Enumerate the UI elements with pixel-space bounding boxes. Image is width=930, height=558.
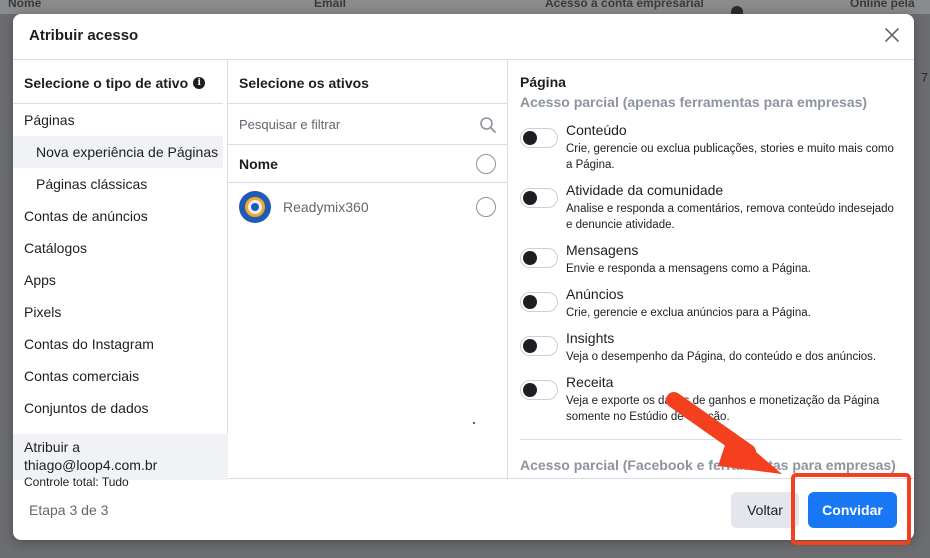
avatar: [239, 191, 271, 223]
scroll-indicator: [473, 422, 475, 424]
permission-description: Crie, gerencie e exclua anúncios para a …: [566, 307, 811, 319]
search-input[interactable]: [239, 116, 469, 132]
asset-type-item[interactable]: Páginas: [13, 104, 223, 136]
divider: [228, 182, 508, 183]
asset-type-heading: Selecione o tipo de ativo i: [24, 75, 206, 91]
toggle-knob: [523, 339, 537, 353]
info-icon[interactable]: i: [193, 77, 206, 89]
modal-columns: Selecione o tipo de ativo i Páginas Nova …: [13, 59, 914, 489]
permissions-section2-subtitle: Acesso parcial (Facebook e ferramentas p…: [520, 457, 896, 473]
assign-summary: Atribuir a thiago@loop4.com.br Controle …: [13, 434, 228, 489]
permission-toggle[interactable]: [520, 128, 558, 148]
control-level-text: Controle total: Tudo: [24, 475, 129, 489]
name-header-row: Nome: [228, 145, 508, 183]
permission-description: Veja e exporte os dados de ganhos e mone…: [566, 395, 880, 423]
asset-type-item[interactable]: Conjuntos de dados: [13, 392, 223, 424]
asset-type-item[interactable]: Páginas clássicas: [13, 168, 223, 200]
permission-toggle[interactable]: [520, 380, 558, 400]
permissions-section-subtitle: Acesso parcial (apenas ferramentas para …: [520, 94, 868, 110]
bg-header-access: Acesso à conta empresarial: [545, 0, 704, 10]
asset-type-item[interactable]: Apps: [13, 264, 223, 296]
assets-heading: Selecione os ativos: [239, 75, 369, 91]
asset-type-column: Selecione o tipo de ativo i Páginas Nova …: [13, 60, 228, 489]
toggle-knob: [523, 191, 537, 205]
divider: [520, 439, 902, 440]
asset-type-item[interactable]: Pixels: [13, 296, 223, 328]
asset-type-heading-text: Selecione o tipo de ativo: [24, 75, 189, 91]
permission-title: Conteúdo: [566, 122, 627, 138]
permission-description: Analise e responda a comentários, remova…: [566, 203, 894, 231]
asset-type-item[interactable]: Contas comerciais: [13, 360, 223, 392]
permission-toggle[interactable]: [520, 248, 558, 268]
bg-header-email: Email: [314, 0, 347, 10]
permission-toggle[interactable]: [520, 188, 558, 208]
bg-side-number: 7: [920, 70, 928, 85]
permission-toggle[interactable]: [520, 336, 558, 356]
step-indicator: Etapa 3 de 3: [29, 502, 109, 518]
permission-title: Anúncios: [566, 286, 624, 302]
background-table-header: Nome Email Acesso à conta empresarial On…: [0, 0, 930, 14]
avatar-logo: [245, 197, 265, 217]
permissions-column: Página Acesso parcial (apenas ferramenta…: [508, 60, 914, 480]
permission-title: Atividade da comunidade: [566, 182, 724, 198]
asset-type-list: Páginas Nova experiência de Páginas Página…: [13, 104, 223, 424]
modal-title: Atribuir acesso: [29, 27, 139, 44]
name-column-header: Nome: [239, 156, 278, 172]
search-icon[interactable]: [479, 116, 497, 134]
assets-column: Selecione os ativos Nome Readymix360: [228, 60, 508, 480]
asset-name: Readymix360: [283, 199, 369, 215]
permissions-section-title: Página: [520, 74, 566, 90]
toggle-knob: [523, 295, 537, 309]
permission-title: Receita: [566, 374, 614, 390]
invite-button[interactable]: Convidar: [808, 492, 897, 528]
close-button[interactable]: [884, 27, 900, 43]
assign-access-modal: Atribuir acesso Selecione o tipo de ativ…: [13, 14, 914, 540]
asset-type-item[interactable]: Catálogos: [13, 232, 223, 264]
assign-to-text: Atribuir a thiago@loop4.com.br: [24, 439, 158, 473]
select-all-radio[interactable]: [476, 154, 496, 174]
avatar-logo-center: [251, 203, 259, 211]
asset-row-readymix360[interactable]: Readymix360: [228, 189, 508, 225]
back-button[interactable]: Voltar: [731, 492, 799, 528]
search-row: [228, 104, 508, 144]
permission-description: Veja o desempenho da Página, do conteúdo…: [566, 351, 877, 363]
asset-type-item[interactable]: Contas de anúncios: [13, 200, 223, 232]
permission-description: Crie, gerencie ou exclua publicações, st…: [566, 143, 894, 171]
permission-description: Envie e responda a mensagens como a Pági…: [566, 263, 811, 275]
bg-header-online: Online pela: [850, 0, 915, 10]
permission-toggle[interactable]: [520, 292, 558, 312]
permission-title: Mensagens: [566, 242, 639, 258]
asset-type-item[interactable]: Nova experiência de Páginas: [13, 136, 223, 168]
bg-header-name: Nome: [8, 0, 42, 10]
toggle-knob: [523, 251, 537, 265]
toggle-knob: [523, 383, 537, 397]
asset-radio[interactable]: [476, 197, 496, 217]
permission-title: Insights: [566, 330, 615, 346]
close-icon: [885, 28, 899, 42]
asset-type-item[interactable]: Contas do Instagram: [13, 328, 223, 360]
toggle-knob: [523, 131, 537, 145]
